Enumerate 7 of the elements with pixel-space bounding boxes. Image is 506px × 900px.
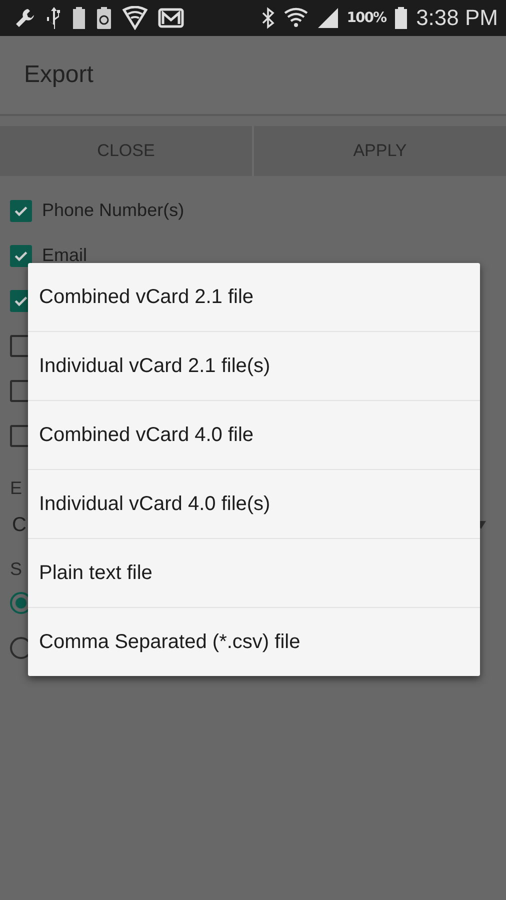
battery-percent: 100% [346, 10, 386, 26]
section-label: E [10, 478, 22, 499]
screen-title: Export [24, 61, 94, 89]
section-label: S [10, 559, 22, 580]
clock: 3:38 PM [416, 5, 498, 31]
field-label: Email [42, 245, 88, 266]
field-label: Phone Number(s) [42, 200, 184, 221]
